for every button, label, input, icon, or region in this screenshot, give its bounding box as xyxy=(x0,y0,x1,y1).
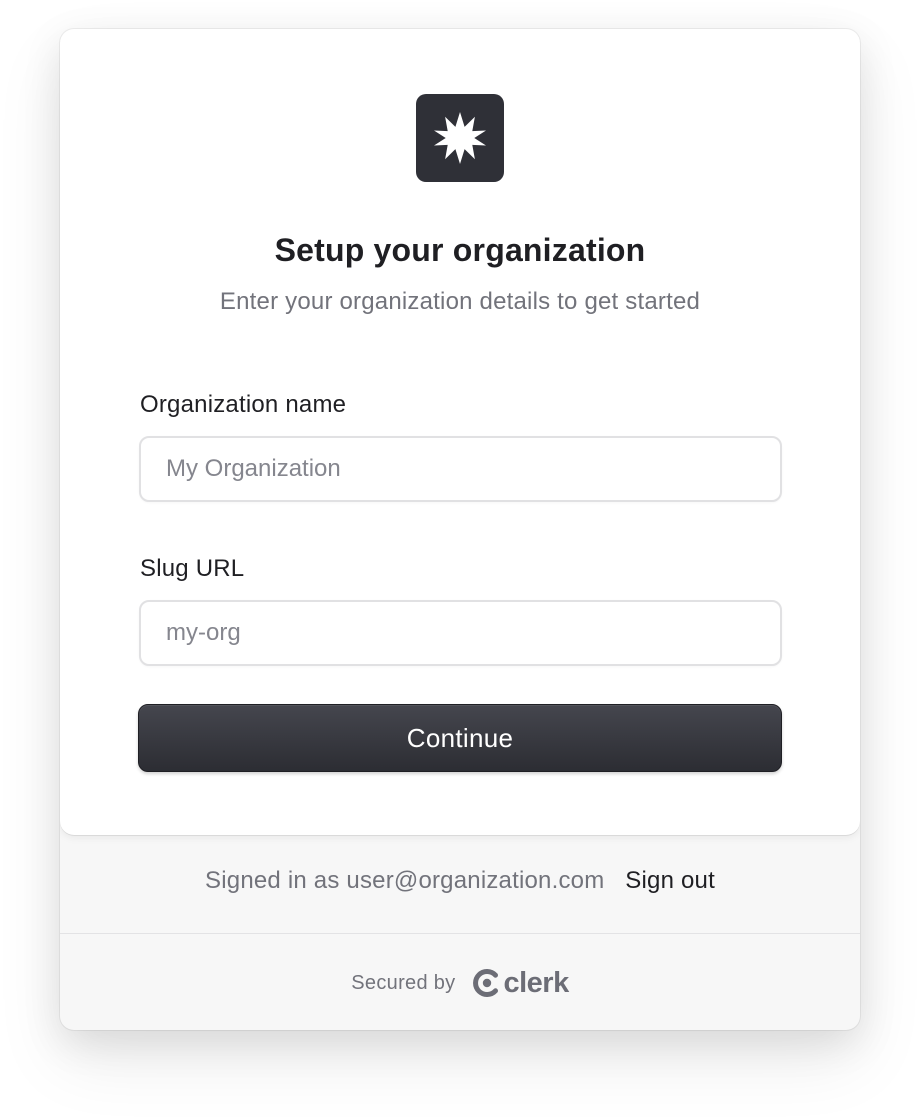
secured-by-row: Secured by clerk xyxy=(60,963,860,1003)
sign-out-link[interactable]: Sign out xyxy=(625,867,715,894)
slug-input[interactable] xyxy=(139,600,782,666)
secured-by-text: Secured by xyxy=(351,971,456,994)
continue-button[interactable]: Continue xyxy=(138,704,782,772)
signed-in-row: Signed in as user@organization.com Sign … xyxy=(60,867,860,895)
org-name-input[interactable] xyxy=(139,436,782,502)
app-logo xyxy=(416,94,504,182)
signed-in-text: Signed in as user@organization.com xyxy=(205,867,605,894)
slug-label: Slug URL xyxy=(140,555,245,582)
clerk-logo-icon xyxy=(473,969,499,997)
starburst-icon xyxy=(434,112,486,164)
clerk-wordmark: clerk xyxy=(503,966,569,999)
auth-card: Setup your organization Enter your organ… xyxy=(60,29,860,1030)
clerk-brand[interactable]: clerk xyxy=(473,966,569,1000)
page-subtitle: Enter your organization details to get s… xyxy=(219,288,701,315)
card-main: Setup your organization Enter your organ… xyxy=(60,29,860,835)
org-name-label: Organization name xyxy=(140,391,347,418)
footer-divider xyxy=(60,933,860,934)
page-title: Setup your organization xyxy=(274,232,646,268)
